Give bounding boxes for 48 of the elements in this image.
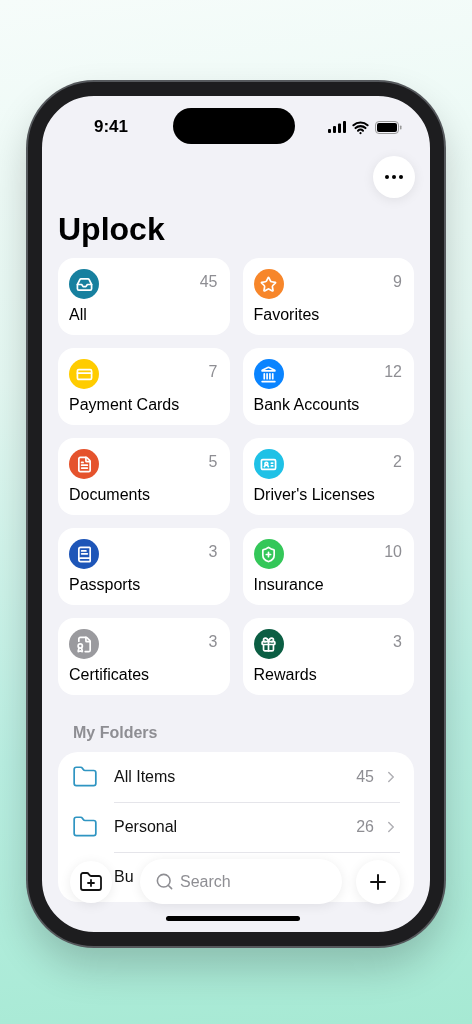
item-count: 3 <box>208 633 218 651</box>
more-icon <box>385 175 403 179</box>
battery-icon <box>375 120 402 134</box>
category-label: Documents <box>69 486 150 504</box>
item-count: 3 <box>393 633 402 651</box>
item-count: 45 <box>356 767 374 786</box>
item-count: 2 <box>393 453 402 471</box>
folder-plus-icon <box>79 869 103 894</box>
category-tile[interactable]: 3 Rewards <box>242 618 414 695</box>
search-field[interactable]: Search <box>140 859 342 904</box>
item-count: 12 <box>384 363 402 381</box>
category-label: Insurance <box>253 576 324 594</box>
category-tile[interactable]: 9 Favorites <box>242 258 414 335</box>
category-label: Payment Cards <box>69 396 180 414</box>
category-tile[interactable]: 3 Certificates <box>58 618 230 695</box>
more-button[interactable] <box>373 156 415 198</box>
category-label: Bank Accounts <box>253 396 360 414</box>
category-tile[interactable]: 12 Bank Accounts <box>242 348 414 425</box>
folder-icon <box>72 764 98 790</box>
category-label: Certificates <box>69 666 150 684</box>
category-tile[interactable]: 45 All <box>58 258 230 335</box>
category-label: Driver's Licenses <box>253 486 375 504</box>
category-label: All <box>69 306 87 324</box>
item-count: 10 <box>384 543 402 561</box>
category-tile[interactable]: 10 Insurance <box>242 528 414 605</box>
section-heading: My Folders <box>73 723 158 743</box>
search-icon <box>155 872 174 891</box>
item-count: 7 <box>208 363 218 381</box>
item-count: 26 <box>356 817 374 836</box>
wifi-icon <box>352 118 369 136</box>
app-title: Uplock <box>58 210 165 248</box>
status-time: 9:41 <box>94 117 129 137</box>
category-label: Rewards <box>253 666 317 684</box>
category-tile[interactable]: 7 Payment Cards <box>58 348 230 425</box>
folder-name[interactable]: Bu <box>114 868 134 886</box>
folder-name[interactable]: All Items <box>114 767 176 786</box>
category-label: Favorites <box>253 306 320 324</box>
category-tile[interactable]: 5 Documents <box>58 438 230 515</box>
folder-icon <box>72 814 98 840</box>
item-count: 5 <box>208 453 218 471</box>
item-count: 3 <box>208 543 218 561</box>
item-count: 45 <box>199 273 218 291</box>
folder-name[interactable]: Personal <box>114 817 178 836</box>
item-count: 9 <box>393 273 402 291</box>
category-tile[interactable]: 3 Passports <box>58 528 230 605</box>
signal-icon <box>328 121 346 133</box>
category-label: Passports <box>69 576 141 594</box>
category-tile[interactable]: 2 Driver's Licenses <box>242 438 414 515</box>
